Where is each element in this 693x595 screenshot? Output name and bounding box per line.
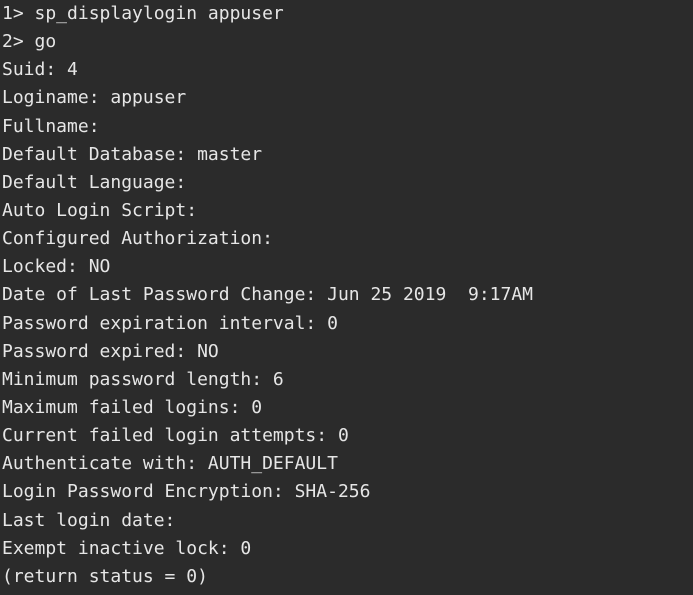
output-auto-login-script: Auto Login Script: bbox=[2, 199, 198, 221]
output-maximum-failed-logins: Maximum failed logins: 0 bbox=[2, 396, 263, 418]
output-configured-authorization: Configured Authorization: bbox=[2, 228, 273, 250]
terminal-line-command: 1> sp_displaylogin appuser bbox=[2, 3, 284, 24]
output-last-password-change: Date of Last Password Change: Jun 25 201… bbox=[2, 284, 534, 306]
output-current-failed-login-attempts: Current failed login attempts: 0 bbox=[2, 425, 349, 447]
output-password-expiration-interval: Password expiration interval: 0 bbox=[2, 312, 338, 334]
output-password-expired: Password expired: NO bbox=[2, 340, 219, 362]
output-loginame: Loginame: appuser bbox=[2, 87, 187, 109]
output-return-status: (return status = 0) bbox=[2, 565, 208, 587]
output-login-password-encryption: Login Password Encryption: SHA-256 bbox=[2, 481, 371, 503]
terminal-line-go: 2> go bbox=[2, 31, 57, 53]
output-fullname: Fullname: bbox=[2, 115, 100, 137]
output-authenticate-with: Authenticate with: AUTH_DEFAULT bbox=[2, 453, 338, 475]
terminal-output: 1> sp_displaylogin appuser 2> go Suid: 4… bbox=[2, 0, 693, 595]
output-minimum-password-length: Minimum password length: 6 bbox=[2, 368, 284, 390]
output-last-login-date: Last login date: bbox=[2, 509, 176, 531]
terminal-window[interactable]: 1> sp_displaylogin appuser 2> go Suid: 4… bbox=[0, 0, 693, 595]
output-exempt-inactive-lock: Exempt inactive lock: 0 bbox=[2, 537, 252, 559]
output-default-language: Default Language: bbox=[2, 171, 187, 193]
terminal-prompt-line[interactable] bbox=[2, 591, 693, 595]
output-default-database: Default Database: master bbox=[2, 143, 263, 165]
output-suid: Suid: 4 bbox=[2, 59, 78, 81]
output-locked: Locked: NO bbox=[2, 256, 111, 278]
